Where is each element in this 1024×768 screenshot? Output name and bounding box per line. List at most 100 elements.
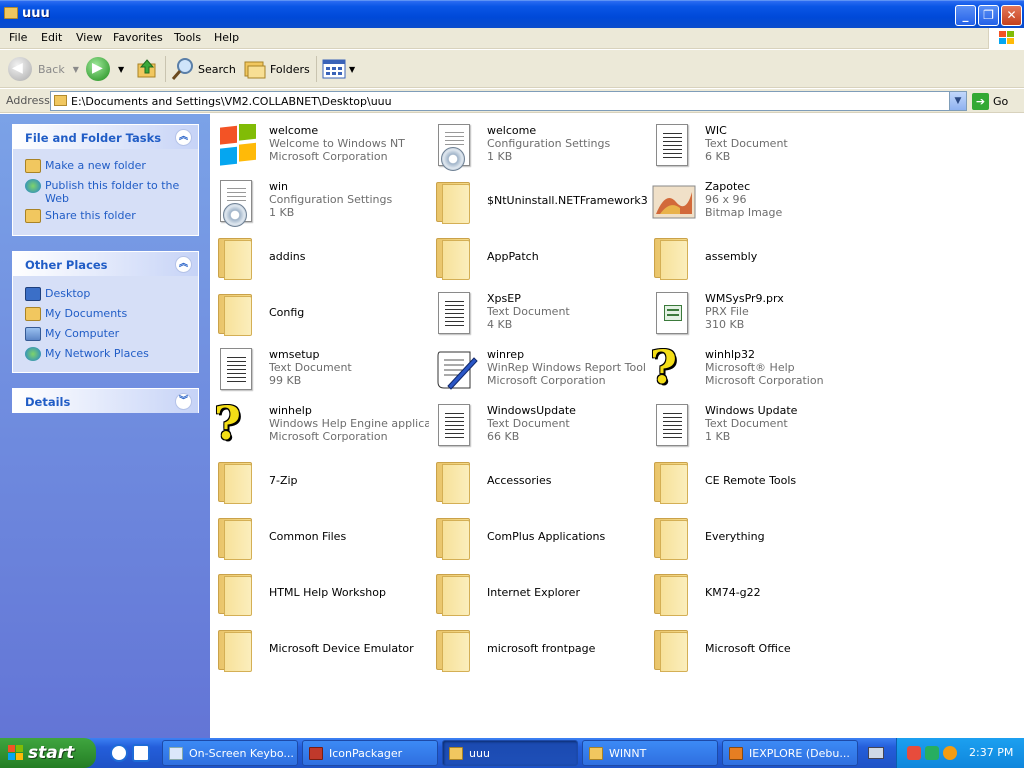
menu-tools[interactable]: Tools — [174, 31, 201, 44]
file-item[interactable]: HTML Help Workshop — [212, 566, 430, 620]
file-label: addins — [269, 250, 429, 263]
file-item[interactable]: WMSysPr9.prx PRX File 310 KB — [648, 286, 866, 340]
file-item[interactable]: win Configuration Settings 1 KB — [212, 174, 430, 228]
file-item[interactable]: Common Files — [212, 510, 430, 564]
file-item[interactable]: KM74-g22 — [648, 566, 866, 620]
search-button[interactable]: Search — [171, 55, 236, 83]
views-button[interactable]: ▼ — [322, 55, 355, 83]
file-item[interactable]: $NtUninstall.NETFramework3.... — [430, 174, 648, 228]
file-name: XpsEP — [487, 292, 521, 305]
file-item[interactable]: 7-Zip — [212, 454, 430, 508]
menu-file[interactable]: File — [9, 31, 27, 44]
file-detail: Microsoft Corporation — [269, 430, 388, 443]
file-type: Text Document — [705, 417, 788, 430]
file-item[interactable]: CE Remote Tools — [648, 454, 866, 508]
task-share-folder[interactable]: Share this folder — [25, 209, 136, 223]
file-item[interactable]: Zapotec 96 x 96 Bitmap Image — [648, 174, 866, 228]
views-dropdown-icon: ▼ — [349, 64, 356, 74]
file-list-view[interactable]: welcome Welcome to Windows NT Microsoft Co… — [210, 114, 1024, 738]
address-input[interactable]: E:\Documents and Settings\VM2.COLLABNET\… — [50, 91, 967, 111]
address-dropdown-button[interactable]: ▼ — [949, 92, 966, 110]
file-item[interactable]: Microsoft Device Emulator — [212, 622, 430, 676]
file-name: CE Remote Tools — [705, 474, 797, 487]
file-item[interactable]: Accessories — [430, 454, 648, 508]
keyboard-icon — [169, 746, 183, 760]
file-type: Welcome to Windows NT — [269, 137, 405, 150]
file-name: Config — [269, 306, 305, 319]
file-item[interactable]: wmsetup Text Document 99 KB — [212, 342, 430, 396]
task-iconpackager[interactable]: IconPackager — [302, 740, 438, 766]
file-detail: 6 KB — [705, 150, 731, 163]
place-desktop[interactable]: Desktop — [25, 287, 90, 301]
file-item[interactable]: AppPatch — [430, 230, 648, 284]
file-name: wmsetup — [269, 348, 320, 361]
close-button[interactable]: ✕ — [1001, 5, 1022, 26]
file-label: assembly — [705, 250, 865, 263]
title-bar[interactable]: uuu _ ❐ ✕ — [0, 0, 1024, 28]
file-item[interactable]: WIC Text Document 6 KB — [648, 118, 866, 172]
task-make-new-folder[interactable]: Make a new folder — [25, 159, 146, 173]
file-name: Everything — [705, 530, 765, 543]
file-item[interactable]: ComPlus Applications — [430, 510, 648, 564]
collapse-chevron-icon[interactable]: ︽ — [175, 256, 192, 273]
task-uuu[interactable]: uuu — [442, 740, 578, 766]
back-dropdown-icon[interactable]: ▼ — [73, 65, 79, 74]
place-my-network[interactable]: My Network Places — [25, 347, 149, 361]
file-item[interactable]: Everything — [648, 510, 866, 564]
windows-flag-icon — [220, 124, 256, 166]
file-label: Config — [269, 306, 429, 319]
file-item[interactable]: ? winhelpWindows Help Engine applicati...… — [212, 398, 430, 452]
folders-button[interactable]: Folders — [243, 55, 310, 83]
place-my-computer[interactable]: My Computer — [25, 327, 119, 341]
file-item[interactable]: assembly — [648, 230, 866, 284]
file-item[interactable]: winrep WinRep Windows Report Tool Microsof… — [430, 342, 648, 396]
task-iexplore-debug[interactable]: IEXPLORE (Debu... — [722, 740, 858, 766]
go-button[interactable]: ➔ Go — [972, 92, 1008, 110]
panel-header[interactable]: File and Folder Tasks ︽ — [13, 125, 198, 149]
file-item[interactable]: Microsoft Office — [648, 622, 866, 676]
tray-icon-1[interactable] — [907, 746, 921, 760]
collapse-chevron-icon[interactable]: ︽ — [175, 129, 192, 146]
forward-button[interactable]: ▶ ▼ — [86, 55, 124, 83]
up-folder-button[interactable] — [136, 55, 158, 83]
task-on-screen-keyboard[interactable]: On-Screen Keybo... — [162, 740, 298, 766]
menu-favorites[interactable]: Favorites — [113, 31, 163, 44]
file-item[interactable]: welcome Welcome to Windows NT Microsoft Co… — [212, 118, 430, 172]
menu-help[interactable]: Help — [214, 31, 239, 44]
tray-icon-2[interactable] — [925, 746, 939, 760]
file-item[interactable]: XpsEP Text Document 4 KB — [430, 286, 648, 340]
file-item[interactable]: WindowsUpdate Text Document 66 KB — [430, 398, 648, 452]
file-item[interactable]: ? winhlp32 Microsoft® Help Microsoft Corpor… — [648, 342, 866, 396]
menu-edit[interactable]: Edit — [41, 31, 62, 44]
file-item[interactable]: microsoft frontpage — [430, 622, 648, 676]
task-winnt[interactable]: WINNT — [582, 740, 718, 766]
keyboard-tray-icon[interactable] — [868, 747, 884, 759]
debugger-icon — [729, 746, 743, 760]
expand-chevron-icon[interactable]: ︾ — [175, 393, 192, 410]
file-type: WinRep Windows Report Tool — [487, 361, 646, 374]
panel-header[interactable]: Details ︾ — [13, 389, 198, 413]
file-item[interactable]: Internet Explorer — [430, 566, 648, 620]
panel-header[interactable]: Other Places ︽ — [13, 252, 198, 276]
file-label: KM74-g22 — [705, 586, 865, 599]
toolbar: ◀ Back ▼ ▶ ▼ Search Folders ▼ — [0, 50, 1024, 88]
minimize-button[interactable]: _ — [955, 5, 976, 26]
file-type: Microsoft® Help — [705, 361, 795, 374]
file-item[interactable]: Windows Update Text Document 1 KB — [648, 398, 866, 452]
tray-search-icon[interactable] — [943, 746, 957, 760]
task-publish-to-web[interactable]: Publish this folder to the Web — [25, 179, 185, 205]
internet-explorer-icon[interactable] — [110, 744, 128, 762]
forward-dropdown-icon[interactable]: ▼ — [118, 65, 124, 74]
file-item[interactable]: Config — [212, 286, 430, 340]
text-document-icon — [438, 404, 470, 446]
maximize-button[interactable]: ❐ — [978, 5, 999, 26]
ie-debug-icon[interactable] — [132, 744, 150, 762]
file-item[interactable]: addins — [212, 230, 430, 284]
menu-view[interactable]: View — [76, 31, 102, 44]
file-name: addins — [269, 250, 306, 263]
file-item[interactable]: welcome Configuration Settings 1 KB — [430, 118, 648, 172]
place-my-documents[interactable]: My Documents — [25, 307, 127, 321]
file-detail: 1 KB — [487, 150, 513, 163]
start-button[interactable]: start — [0, 738, 96, 768]
back-button[interactable]: ◀ Back ▼ — [8, 55, 79, 83]
